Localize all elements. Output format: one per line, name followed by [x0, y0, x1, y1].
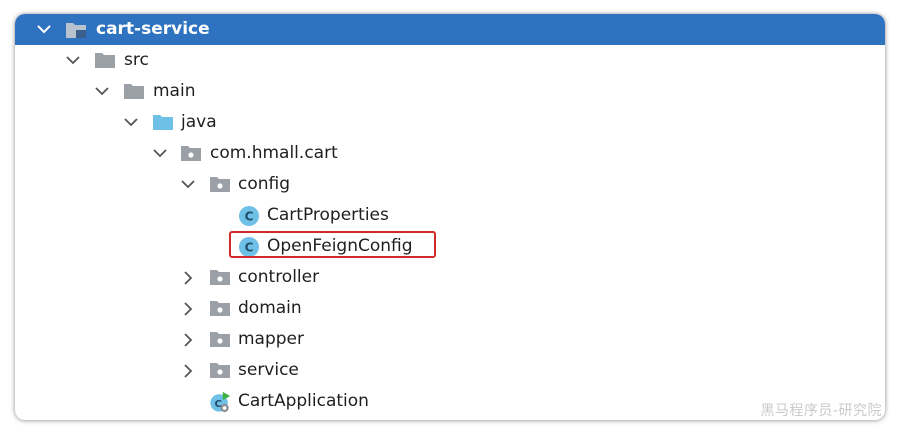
tree-label: config: [238, 174, 291, 194]
folder-icon: [123, 76, 145, 107]
package-icon: [209, 169, 231, 200]
folder-icon: [94, 45, 116, 76]
package-icon: [209, 324, 231, 355]
tree-label: domain: [238, 298, 302, 318]
chevron-down-icon[interactable]: [180, 169, 196, 200]
svg-text:C: C: [245, 209, 254, 223]
highlight-box: [229, 231, 436, 258]
chevron-right-icon[interactable]: [180, 324, 196, 355]
tree-row-cart-application[interactable]: C CartApplication: [15, 386, 885, 417]
source-root-folder-icon: [152, 107, 174, 138]
package-icon: [209, 293, 231, 324]
module-folder-icon: [65, 14, 87, 45]
tree-label: java: [181, 112, 217, 132]
tree-label: mapper: [238, 329, 305, 349]
chevron-down-icon[interactable]: [123, 107, 139, 138]
spring-boot-application-class-icon: C: [209, 386, 231, 417]
tree-row-mapper[interactable]: mapper: [15, 324, 885, 355]
tree-row-controller[interactable]: controller: [15, 262, 885, 293]
tree-label: service: [238, 360, 299, 380]
tree-row-open-feign-config[interactable]: C OpenFeignConfig: [15, 231, 885, 262]
chevron-right-icon[interactable]: [180, 262, 196, 293]
watermark: 黑马程序员-研究院: [760, 403, 882, 419]
tree-label: CartProperties: [267, 205, 389, 225]
package-icon: [209, 355, 231, 386]
tree-label: cart-service: [96, 19, 210, 39]
tree-row-src[interactable]: src: [15, 45, 885, 76]
chevron-right-icon[interactable]: [180, 355, 196, 386]
package-icon: [180, 138, 202, 169]
tree-label: src: [124, 50, 149, 70]
chevron-down-icon[interactable]: [94, 76, 110, 107]
tree-row-main[interactable]: main: [15, 76, 885, 107]
tree-label: main: [153, 81, 196, 101]
tree-row-service[interactable]: service: [15, 355, 885, 386]
chevron-right-icon[interactable]: [180, 293, 196, 324]
class-icon: C: [238, 200, 260, 231]
tree-label: com.hmall.cart: [210, 143, 338, 163]
package-icon: [209, 262, 231, 293]
tree-label: CartApplication: [238, 391, 369, 411]
tree-row-com-hmall-cart[interactable]: com.hmall.cart: [15, 138, 885, 169]
tree-label: controller: [238, 267, 320, 287]
chevron-down-icon[interactable]: [65, 45, 81, 76]
tree-row-config[interactable]: config: [15, 169, 885, 200]
tree-row-java[interactable]: java: [15, 107, 885, 138]
tree-row-domain[interactable]: domain: [15, 293, 885, 324]
project-tree-panel: cart-service src main java com.hmall.car…: [15, 14, 885, 420]
chevron-down-icon[interactable]: [36, 14, 52, 45]
tree-row-cart-properties[interactable]: C CartProperties: [15, 200, 885, 231]
chevron-down-icon[interactable]: [152, 138, 168, 169]
tree-row-cart-service[interactable]: cart-service: [15, 14, 885, 45]
